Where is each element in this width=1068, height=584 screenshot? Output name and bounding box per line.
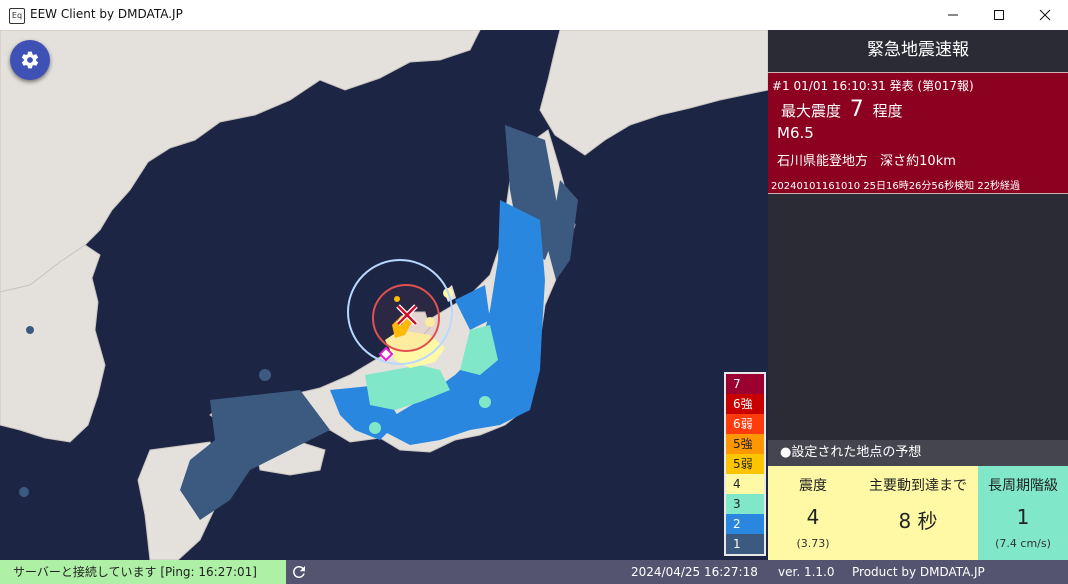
continent-landmass (0, 30, 481, 293)
intensity-suffix: 程度 (872, 102, 903, 120)
gear-icon (21, 51, 39, 69)
forecast-intensity-value: 4 (806, 505, 820, 529)
hokkaido (539, 30, 768, 156)
close-button[interactable] (1022, 0, 1068, 30)
maximize-button[interactable] (976, 0, 1022, 30)
legend-cell: 5強 (726, 434, 764, 454)
forecast-lpgm-sub: (7.4 cm/s) (995, 537, 1051, 550)
forecast-arrival: 主要動到達まで 8 秒 (858, 466, 978, 560)
window-titlebar: Eq EEW Client by DMDATA.JP (0, 0, 1068, 30)
legend-cell: 2 (726, 514, 764, 534)
forecast-arrival-value: 8 秒 (898, 509, 938, 533)
version-label: ver. 1.1.0 (778, 565, 835, 579)
status-bar: サーバーと接続しています [Ping: 16:27:01] 2024/04/25… (0, 560, 1068, 584)
settings-button[interactable] (10, 40, 50, 80)
current-datetime: 2024/04/25 16:27:18 (631, 565, 758, 579)
connection-status: サーバーと接続しています [Ping: 16:27:01] (0, 560, 286, 584)
panel-title: 緊急地震速報 (867, 40, 969, 60)
intensity-legend: 7 6強 6弱 5強 5弱 4 3 2 1 (724, 372, 766, 556)
legend-cell: 6強 (726, 394, 764, 414)
app-icon: Eq (9, 8, 25, 24)
forecast-lpgm-label: 長周期階級 (988, 478, 1058, 494)
maximize-icon (994, 10, 1004, 20)
minimize-button[interactable] (930, 0, 976, 30)
product-label: Product by DMDATA.JP (852, 565, 985, 579)
forecast-arrival-label: 主要動到達まで (869, 478, 967, 494)
eew-hypocenter: 石川県能登地方 (777, 154, 869, 169)
intensity-prefix: 最大震度 (781, 102, 842, 120)
legend-cell: 5弱 (726, 454, 764, 474)
eew-depth: 深さ約10km (880, 154, 956, 169)
window-title: EEW Client by DMDATA.JP (30, 7, 183, 21)
eew-max-intensity: 最大震度 7 程度 (781, 97, 903, 122)
eew-panel: 緊急地震速報 #1 01/01 16:10:31 発表 (第017報) 最大震度… (768, 30, 1068, 560)
eew-magnitude: M6.5 (777, 124, 814, 142)
forecast-heading: ●設定された地点の予想 (768, 440, 1068, 466)
eew-header: #1 01/01 16:10:31 発表 (第017報) (772, 79, 974, 93)
legend-cell: 6弱 (726, 414, 764, 434)
close-icon (1039, 9, 1051, 21)
map-view[interactable]: 7 6強 6弱 5強 5弱 4 3 2 1 (0, 30, 768, 560)
legend-cell: 4 (726, 474, 764, 494)
intensity-value: 7 (849, 97, 864, 122)
map-canvas (0, 30, 768, 560)
forecast-intensity: 震度 4 (3.73) (768, 466, 858, 560)
eew-hypocenter-line: 石川県能登地方 深さ約10km (777, 150, 956, 169)
forecast-lpgm: 長周期階級 1 (7.4 cm/s) (978, 466, 1068, 560)
minimize-icon (948, 14, 958, 16)
forecast-intensity-sub: (3.73) (796, 537, 830, 550)
forecast-intensity-label: 震度 (799, 478, 827, 494)
forecast-lpgm-value: 1 (1016, 505, 1030, 529)
eew-card[interactable]: #1 01/01 16:10:31 発表 (第017報) 最大震度 7 程度 M… (768, 72, 1068, 194)
legend-cell: 3 (726, 494, 764, 514)
eew-footer: 20240101161010 25日16時26分56秒検知 22秒経過 (771, 181, 1021, 192)
legend-cell: 1 (726, 534, 764, 554)
reload-icon[interactable] (290, 563, 308, 581)
legend-cell: 7 (726, 374, 764, 394)
